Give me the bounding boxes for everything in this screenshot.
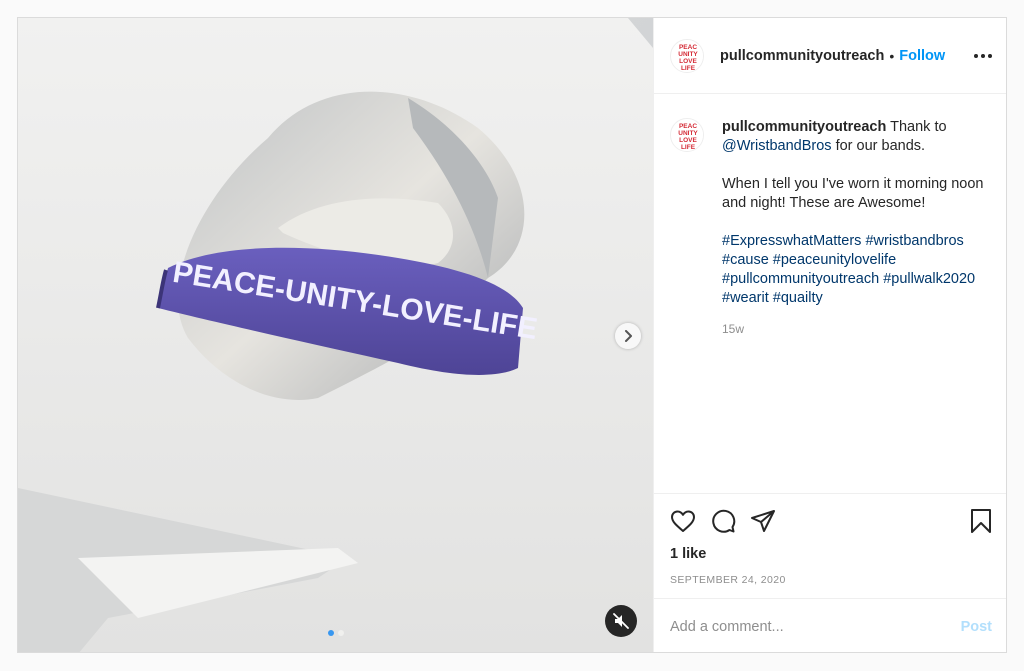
caption-second-paragraph: When I tell you I've worn it morning noo… [722,176,984,211]
post-side-panel: PEAC UNITY LOVE LIFE pullcommunityoutrea… [653,18,1006,652]
hashtag-list: #ExpresswhatMatters #wristbandbros #caus… [722,232,992,308]
post-photo: PEACE-UNITY-LOVE-LIFE [18,18,653,652]
caption-username[interactable]: pullcommunityoutreach [722,119,886,135]
action-icons [654,494,1006,536]
post-media[interactable]: PEACE-UNITY-LOVE-LIFE [18,18,653,652]
more-options-icon[interactable] [974,48,992,64]
comment-bar: Post [654,598,1006,652]
peace-unity-love-life-logo: PEAC UNITY LOVE LIFE [671,119,703,151]
svg-text:LIFE: LIFE [681,144,696,151]
svg-text:PEAC: PEAC [679,123,697,130]
svg-text:LOVE: LOVE [679,58,697,65]
hashtag-link[interactable]: #ExpresswhatMatters [722,233,861,249]
share-button[interactable] [750,509,776,533]
svg-text:PEAC: PEAC [679,44,697,51]
hashtag-link[interactable]: #pullcommunityoutreach [722,271,879,287]
heart-icon [671,510,695,532]
hashtag-link[interactable]: #peaceunitylovelife [773,252,896,268]
hashtag-link[interactable]: #wearit [722,290,769,306]
hashtag-link[interactable]: #quailty [773,290,823,306]
caption-text: pullcommunityoutreach Thank to @Wristban… [722,118,992,339]
bookmark-icon [971,509,991,533]
post-date[interactable]: SEPTEMBER 24, 2020 [654,562,1006,586]
svg-text:UNITY: UNITY [678,51,698,58]
svg-text:UNITY: UNITY [678,130,698,137]
caption-text-end: for our bands. [831,138,926,154]
post-actions: 1 like SEPTEMBER 24, 2020 [654,493,1006,586]
carousel-dot-1 [327,630,334,636]
hashtag-link[interactable]: #cause [722,252,769,268]
hashtag-link[interactable]: #wristbandbros [865,233,963,249]
peace-unity-love-life-logo: PEAC UNITY LOVE LIFE [671,39,703,72]
svg-text:LIFE: LIFE [681,65,696,72]
post-comment-button[interactable]: Post [961,619,992,635]
like-count[interactable]: 1 like [654,536,1006,562]
comment-icon [712,509,736,533]
comment-input[interactable] [670,618,961,635]
mention-link[interactable]: @WristbandBros [722,138,832,154]
caption-text-start: Thank to [886,119,947,135]
header-separator: • [889,47,895,64]
carousel-dot-2 [337,630,344,636]
hashtag-link[interactable]: #pullwalk2020 [883,271,975,287]
speaker-muted-icon [613,613,629,629]
post-caption: PEAC UNITY LOVE LIFE pullcommunityoutrea… [670,118,992,339]
carousel-next-button[interactable] [615,323,641,349]
like-button[interactable] [670,509,696,533]
follow-button[interactable]: Follow [899,48,945,64]
svg-text:LOVE: LOVE [679,137,697,144]
share-icon [751,510,775,532]
instagram-post: PEACE-UNITY-LOVE-LIFE PEAC UNITY LOVE LI… [17,17,1007,653]
post-header: PEAC UNITY LOVE LIFE pullcommunityoutrea… [654,18,1006,94]
caption-timestamp[interactable]: 15w [722,320,992,339]
carousel-indicator [18,630,653,636]
caption-avatar[interactable]: PEAC UNITY LOVE LIFE [670,118,704,152]
author-avatar[interactable]: PEAC UNITY LOVE LIFE [670,38,704,73]
caption-first-paragraph: pullcommunityoutreach Thank to @Wristban… [722,118,992,156]
comment-button[interactable] [710,508,736,534]
author-username[interactable]: pullcommunityoutreach [720,48,884,64]
save-button[interactable] [970,508,992,534]
chevron-right-icon [625,330,632,342]
